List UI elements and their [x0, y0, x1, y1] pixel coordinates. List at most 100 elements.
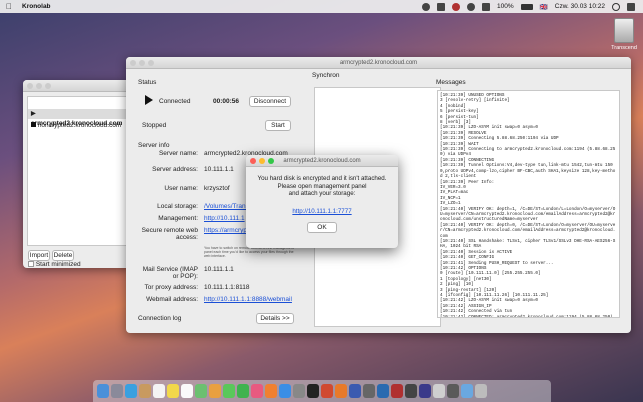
local-storage-link[interactable]: /Volumes/Trans [204, 203, 249, 210]
zoom-icon[interactable] [268, 158, 274, 164]
minimize-icon[interactable] [139, 60, 145, 66]
maps-icon[interactable] [195, 384, 207, 398]
dialog-link[interactable]: http://10.111.1.1:7777 [246, 208, 398, 215]
external-disk-icon [614, 18, 634, 43]
mail-label: Mail Service (IMAP or POP): [142, 266, 198, 280]
tor-label: Tor proxy address: [144, 284, 198, 291]
user-name: krzysztof [204, 185, 230, 192]
app-icon[interactable] [433, 384, 445, 398]
app-icon[interactable] [321, 384, 333, 398]
safari-icon[interactable] [125, 384, 137, 398]
app-icon[interactable] [405, 384, 417, 398]
server-address: 10.111.1.1 [204, 166, 234, 173]
notification-center-icon[interactable] [627, 2, 635, 11]
details-button[interactable]: Details >> [256, 313, 294, 324]
app-icon[interactable] [391, 384, 403, 398]
management-label: Management: [158, 215, 198, 222]
minimize-icon[interactable] [259, 158, 265, 164]
firefox-icon[interactable] [335, 384, 347, 398]
messages-log: [10:21:39] UNUSED OPTIONS 3 [resolv-retr… [437, 90, 620, 318]
webmail-label: Webmail address: [146, 296, 198, 303]
close-icon[interactable] [250, 158, 256, 164]
dropbox-icon[interactable] [437, 2, 446, 11]
tor-address: 10.111.1.1:8118 [204, 284, 250, 291]
synchron-heading: Synchron [312, 72, 340, 79]
dialog-message: You hard disk is encrypted and it isn't … [246, 175, 398, 198]
dialog-line: You hard disk is encrypted and it isn't … [257, 175, 387, 182]
shield-icon[interactable] [452, 2, 461, 11]
server-list: ▶ armcrypted2.kronocloud.com noncrypted2… [27, 96, 127, 246]
play-icon: ▶ [31, 111, 36, 117]
music-icon[interactable] [251, 384, 263, 398]
menu-bar:  Kronolab 100% 🇬🇧 Czw. 30.03 10:22 [0, 0, 643, 13]
synchron-status: Stopped [142, 122, 167, 129]
desktop-disk[interactable]: Transcend [607, 18, 641, 51]
mail-address: 10.111.1.1 [204, 266, 234, 273]
app-icon[interactable] [349, 384, 361, 398]
zoom-icon[interactable] [45, 83, 51, 89]
start-minimized-checkbox[interactable]: Start minimized [28, 261, 81, 268]
window-title: armcrypted2.kronocloud.com [339, 60, 418, 66]
search-icon[interactable] [612, 2, 620, 11]
battery-icon[interactable] [520, 3, 533, 10]
close-icon[interactable] [130, 60, 136, 66]
vpn-icon[interactable] [422, 2, 431, 11]
checkbox-icon [28, 261, 34, 268]
reminders-icon[interactable] [181, 384, 193, 398]
finder-icon[interactable] [97, 384, 109, 398]
server-item-label: noncrypted2.kronocloud.com [37, 122, 122, 129]
play-icon[interactable] [145, 95, 153, 105]
management-link[interactable]: http://10.111.1 [204, 215, 245, 222]
disk-label: Transcend [611, 45, 637, 51]
kronolab-icon[interactable] [419, 384, 431, 398]
server-name-label: Server name: [158, 150, 198, 157]
trash-icon[interactable] [475, 384, 487, 398]
status-heading: Status [138, 79, 157, 86]
dialog-line: and attach your storage: [288, 190, 356, 197]
close-icon[interactable] [27, 83, 33, 89]
books-icon[interactable] [265, 384, 277, 398]
delete-button[interactable]: Delete [52, 250, 74, 261]
notes-icon[interactable] [167, 384, 179, 398]
app-icon[interactable] [447, 384, 459, 398]
wifi-icon[interactable] [467, 2, 476, 11]
server-address-label: Server address: [152, 166, 198, 173]
messages-icon[interactable] [223, 384, 235, 398]
photos-icon[interactable] [209, 384, 221, 398]
start-button[interactable]: Start [265, 120, 291, 131]
app-icon[interactable] [363, 384, 375, 398]
app-store-icon[interactable] [279, 384, 291, 398]
folder-icon[interactable] [461, 384, 473, 398]
title-bar [23, 80, 131, 92]
alert-dialog: armcrypted2.kronocloud.com You hard disk… [246, 155, 398, 248]
dialog-line: Please open management panel [277, 182, 367, 190]
disconnect-button[interactable]: Disconnect [249, 96, 291, 107]
terminal-icon[interactable] [307, 384, 319, 398]
connection-log-label: Connection log [138, 315, 182, 322]
connection-timer: 00:00:56 [213, 98, 240, 105]
minimize-icon[interactable] [36, 83, 42, 89]
webmail-link[interactable]: http://10.111.1.1:8888/webmail [204, 296, 292, 303]
clock[interactable]: Czw. 30.03 10:22 [555, 3, 605, 10]
user-name-label: User name: [164, 185, 198, 192]
zoom-icon[interactable] [148, 60, 154, 66]
apple-icon[interactable]:  [6, 2, 12, 11]
title-bar: armcrypted2.kronocloud.com [246, 155, 398, 167]
secure-web-link[interactable]: https://armcrypted2.k [204, 227, 265, 234]
launchpad-icon[interactable] [111, 384, 123, 398]
calendar-icon[interactable] [153, 384, 165, 398]
facetime-icon[interactable] [237, 384, 249, 398]
title-bar: armcrypted2.kronocloud.com [126, 57, 631, 69]
contacts-icon[interactable] [139, 384, 151, 398]
app-icon[interactable] [377, 384, 389, 398]
list-item[interactable]: noncrypted2.kronocloud.com [28, 121, 126, 131]
list-item[interactable]: ▶ armcrypted2.kronocloud.com [28, 109, 126, 127]
volume-icon[interactable] [482, 2, 491, 11]
import-button[interactable]: Import [28, 250, 50, 261]
status-area: 100% 🇬🇧 Czw. 30.03 10:22 [422, 2, 635, 11]
app-menu[interactable]: Kronolab [22, 3, 51, 10]
preferences-icon[interactable] [293, 384, 305, 398]
input-flag[interactable]: 🇬🇧 [540, 3, 548, 11]
battery-percent[interactable]: 100% [497, 3, 514, 10]
ok-button[interactable]: OK [307, 222, 337, 233]
